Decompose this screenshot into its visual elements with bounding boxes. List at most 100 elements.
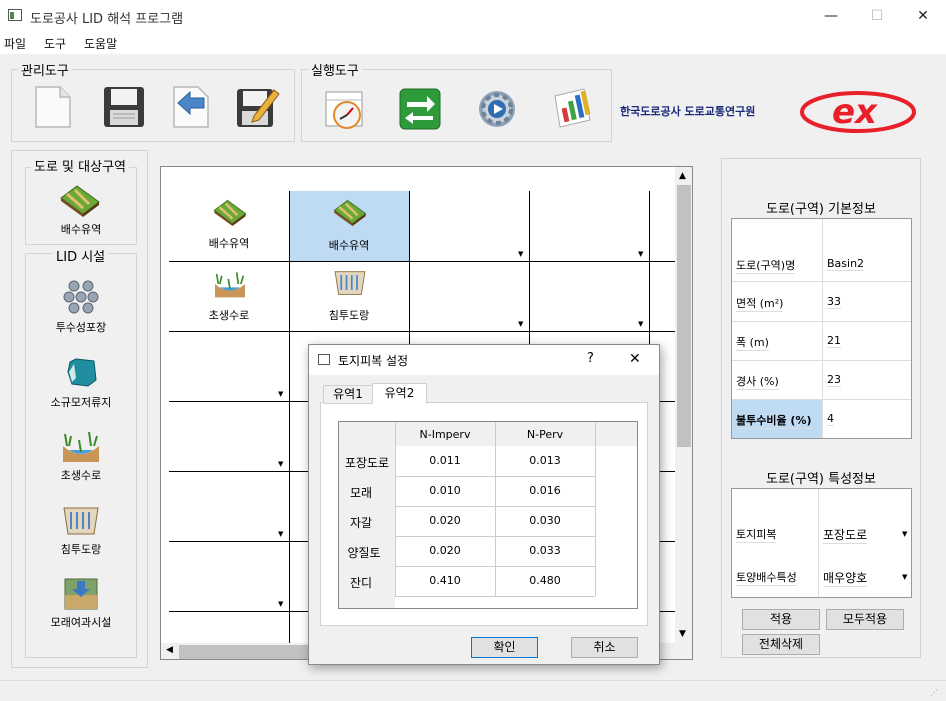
save-as-icon[interactable] [234,84,280,130]
watershed-icon[interactable] [57,182,103,218]
help-button[interactable]: ? [587,351,594,366]
left-item-grass-swale[interactable]: 초생수로 [25,467,137,483]
grid-dropdown-icon[interactable]: ▼ [638,320,643,328]
row-divider [395,506,595,507]
ex-logo: ex [800,91,916,133]
column-header: N-Imperv [419,428,471,441]
grid-dropdown-icon[interactable]: ▼ [638,250,643,258]
maximize-button[interactable]: ☐ [854,0,900,32]
grid-dropdown-icon[interactable]: ▼ [278,530,283,538]
apply-all-button[interactable]: 모두적용 [826,609,904,630]
left-item-watershed[interactable]: 배수유역 [25,221,137,237]
table-divider [818,489,819,597]
exchange-icon[interactable] [397,86,443,132]
grid-dropdown-icon[interactable]: ▼ [278,390,283,398]
row-divider [732,281,911,282]
table-cell[interactable]: 0.033 [495,544,595,557]
table-divider [822,219,823,438]
grid-cell-label-selected[interactable]: 배수유역 [289,237,409,253]
watershed-icon [213,199,247,227]
horizontal-scroll-thumb[interactable] [179,645,319,659]
tab-basin1[interactable]: 유역1 [323,385,373,404]
run-tools-label: 실행도구 [308,60,362,79]
table-cell[interactable]: 0.480 [495,574,595,587]
delete-all-button[interactable]: 전체삭제 [742,634,820,655]
basic-info-title: 도로(구역) 기본정보 [766,202,876,217]
grid-hline [169,261,679,262]
ok-button[interactable]: 확인 [471,637,538,658]
open-file-icon[interactable] [168,84,214,130]
small-reservoir-icon[interactable] [66,356,98,388]
menu-file[interactable]: 파일 [4,35,26,52]
title-bar: 도로공사 LID 해석 프로그램 — ☐ ✕ [0,0,946,32]
table-cell[interactable]: 0.016 [495,484,595,497]
vertical-scroll-thumb[interactable] [677,185,691,447]
table-cell[interactable]: 0.030 [495,514,595,527]
table-cell[interactable]: 0.410 [395,574,495,587]
schedule-icon[interactable] [322,86,368,132]
grass-swale-icon [215,272,245,298]
basic-row-label: 폭 (m) [736,336,769,351]
close-button[interactable]: ✕ [900,0,946,32]
tab-basin2[interactable]: 유역2 [372,383,427,404]
grid-cell-label[interactable]: 침투도랑 [289,307,409,323]
manage-tools-label: 관리도구 [18,60,72,79]
new-file-icon[interactable] [30,84,76,130]
table-cell[interactable]: 0.013 [495,454,595,467]
permeable-pavement-icon[interactable] [63,279,99,315]
left-item-sand-filter[interactable]: 모래여과시설 [25,614,137,630]
apply-button[interactable]: 적용 [742,609,820,630]
chart-report-icon[interactable] [550,84,596,130]
basic-row-value[interactable]: 23 [827,373,841,387]
row-header: 모래 [349,486,373,500]
logo-text: ex [832,92,878,132]
feature-info-table: 토지피복 포장도로 ▼ 토양배수특성 매우양호 ▼ [731,488,912,598]
row-divider [732,399,911,400]
land-cover-select[interactable]: 포장도로 [823,526,868,544]
save-icon[interactable] [101,84,147,130]
soil-drainage-select[interactable]: 매우양호 [823,569,868,587]
column-header: N-Perv [526,428,564,441]
scroll-down-icon[interactable]: ▼ [679,629,686,639]
grid-dropdown-icon[interactable]: ▼ [518,320,523,328]
left-item-small-reservoir[interactable]: 소규모저류지 [25,394,137,410]
infiltration-trench-icon[interactable] [62,505,100,537]
grass-swale-icon[interactable] [61,428,101,464]
watershed-icon [333,199,367,227]
left-item-infiltration-trench[interactable]: 침투도랑 [25,541,137,557]
basic-row-value[interactable]: Basin2 [827,257,865,271]
row-divider [395,476,595,477]
table-divider [495,422,496,596]
row-header: 자갈 [349,516,373,530]
grid-dropdown-icon[interactable]: ▼ [278,600,283,608]
grid-dropdown-icon[interactable]: ▼ [518,250,523,258]
cancel-button[interactable]: 취소 [571,637,638,658]
settings-gear-icon[interactable] [474,86,520,132]
grid-dropdown-icon[interactable]: ▼ [278,460,283,468]
row-divider [732,360,911,361]
lid-group-label: LID 시설 [53,246,109,265]
table-cell[interactable]: 0.010 [395,484,495,497]
grid-cell-label[interactable]: 초생수로 [169,307,289,323]
basic-row-value[interactable]: 4 [827,412,834,426]
menu-tools[interactable]: 도구 [44,35,66,52]
scroll-left-icon[interactable]: ◀ [166,645,173,655]
basic-row-value[interactable]: 33 [827,295,841,309]
table-cell[interactable]: 0.011 [395,454,495,467]
scroll-up-icon[interactable]: ▲ [679,171,686,181]
grid-cell-label[interactable]: 배수유역 [169,235,289,251]
minimize-button[interactable]: — [808,0,854,32]
chevron-down-icon[interactable]: ▼ [902,573,907,581]
basic-row-value[interactable]: 21 [827,334,841,348]
left-item-permeable-pavement[interactable]: 투수성포장 [25,319,137,335]
menu-help[interactable]: 도움말 [84,35,117,52]
feature-row-label: 토양배수특성 [736,571,797,586]
sand-filter-icon[interactable] [63,577,99,611]
chevron-down-icon[interactable]: ▼ [902,530,907,538]
dialog-close-button[interactable]: ✕ [629,351,641,367]
resize-grip-icon[interactable]: ⋰ [930,688,938,697]
dialog-app-icon [318,354,330,365]
table-cell[interactable]: 0.020 [395,514,495,527]
row-header: 포장도로 [344,456,390,470]
table-cell[interactable]: 0.020 [395,544,495,557]
